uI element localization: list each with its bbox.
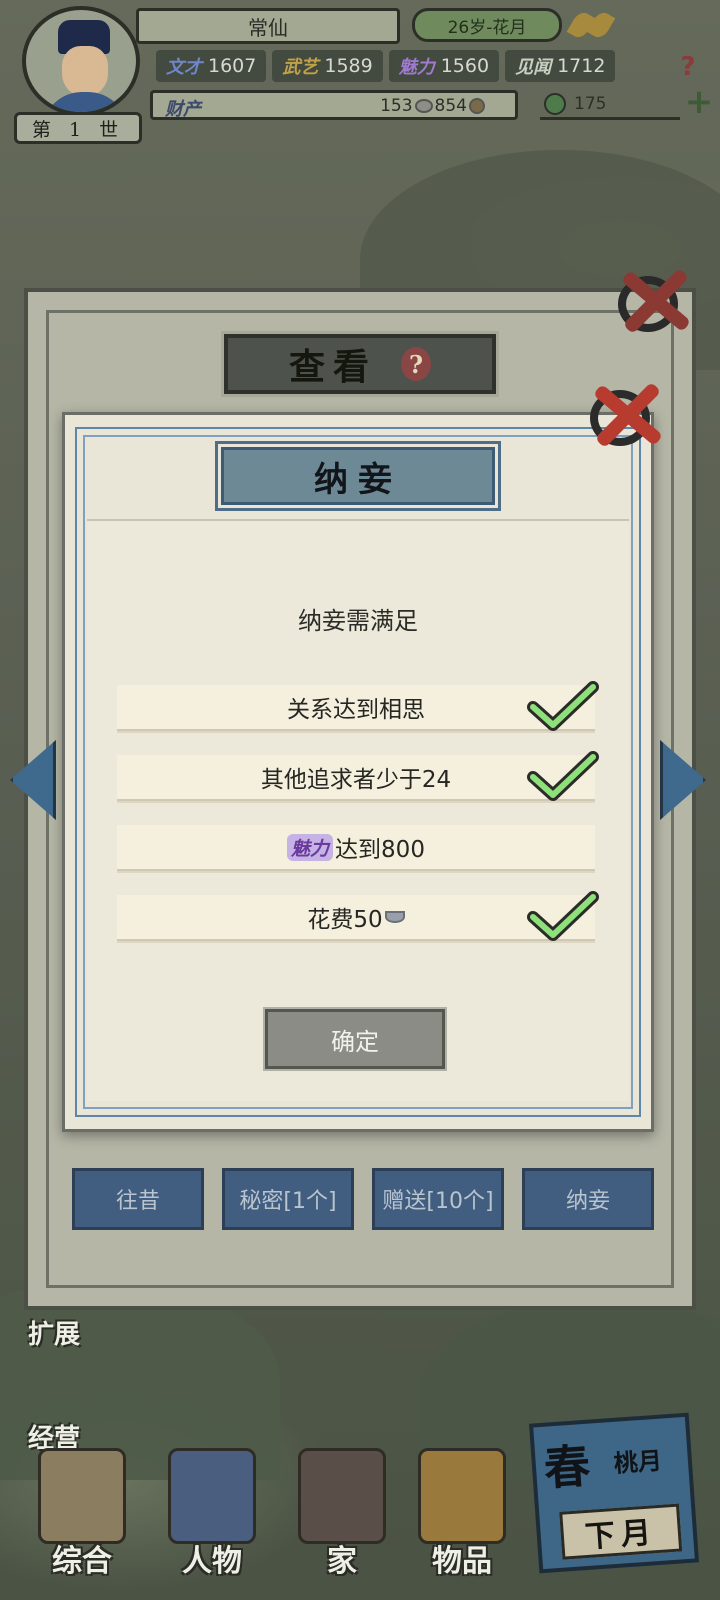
add-jade-button[interactable]: + [684, 85, 714, 119]
stat-label: 魅力 [398, 57, 435, 78]
requirement-item: 其他追求者少于24 [117, 751, 599, 801]
stats-row: 文才 1607 武艺 1589 魅力 1560 见闻 1712 [156, 50, 616, 82]
status-bar: 第 1 世 常仙 26岁-花月 文才 1607 武艺 1589 魅力 1560 … [0, 0, 720, 150]
scroll-icon [38, 1448, 126, 1544]
wealth-label: 财产 [165, 99, 201, 120]
tab-gift[interactable]: 赠送[10个] [372, 1168, 504, 1230]
nav-label: 人物 [182, 1544, 242, 1579]
house-icon [298, 1448, 386, 1544]
next-month-button[interactable]: 下月 [559, 1503, 683, 1560]
season-panel: 春 桃月 下月 [528, 1412, 700, 1574]
stat-value: 1560 [440, 55, 490, 77]
stat-label: 武艺 [282, 57, 319, 78]
requirement-text: 其他追求者少于24 [260, 767, 452, 793]
leaf-icon [586, 9, 616, 41]
confirm-button[interactable]: 确定 [263, 1007, 447, 1071]
wealth-bar: 财产 153 854 [150, 90, 518, 120]
check-icon [527, 891, 599, 941]
nav-label: 综合 [52, 1544, 112, 1579]
tab-past[interactable]: 往昔 [72, 1168, 204, 1230]
silver-icon [414, 99, 433, 113]
requirement-text: 花费50 [307, 907, 383, 933]
stat-label: 文才 [166, 57, 202, 78]
avatar[interactable] [22, 6, 140, 116]
stats-help-icon[interactable]: ? [676, 52, 700, 82]
charm-tag: 魅力 [287, 833, 334, 861]
requirement-text: 达到800 [335, 837, 425, 863]
requirement-text: 关系达到相思 [287, 697, 425, 723]
stat-martial: 武艺 1589 [272, 50, 383, 82]
season-label: 春 [542, 1438, 592, 1496]
generation-badge: 第 1 世 [14, 112, 142, 144]
month-label: 桃月 [612, 1445, 663, 1478]
check-icon [527, 751, 599, 801]
requirement-item: 关系达到相思 [117, 681, 599, 731]
person-icon [168, 1448, 256, 1544]
nav-home[interactable]: 家 [290, 1448, 394, 1579]
nav-items[interactable]: 物品 [410, 1448, 514, 1579]
panel-title-text: 查看 [288, 346, 377, 388]
silver-icon [384, 911, 405, 923]
jade-value: 175 [574, 93, 607, 114]
stat-value: 1607 [208, 55, 257, 77]
stat-value: 1589 [324, 55, 373, 77]
stat-value: 1712 [557, 55, 606, 77]
silver-value: 153 [380, 96, 413, 116]
copper-coin-icon [469, 98, 485, 114]
player-name: 常仙 [136, 8, 400, 44]
nav-characters[interactable]: 人物 [160, 1448, 264, 1579]
requirement-item: 魅力 达到800 [117, 825, 595, 871]
stat-label: 见闻 [515, 57, 552, 78]
stat-charm: 魅力 1560 [388, 50, 500, 82]
coin-value: 854 [434, 96, 467, 116]
tab-concubine[interactable]: 纳妾 [522, 1168, 654, 1230]
nav-label: 物品 [432, 1544, 492, 1579]
stat-literary: 文才 1607 [156, 50, 267, 82]
help-icon[interactable]: ? [401, 347, 431, 381]
tab-secrets[interactable]: 秘密[1个] [222, 1168, 354, 1230]
nav-overview[interactable]: 综合 [30, 1448, 134, 1579]
dialog-title: 纳妾 [218, 444, 498, 508]
nav-label: 家 [327, 1544, 357, 1579]
age-season: 26岁-花月 [412, 8, 562, 42]
jade-bar: 175 [540, 90, 680, 120]
stat-knowledge: 见闻 1712 [505, 50, 616, 82]
gourd-icon [418, 1448, 506, 1544]
jade-icon [544, 92, 566, 115]
panel-tabs: 往昔 秘密[1个] 赠送[10个] 纳妾 [72, 1168, 654, 1230]
requirement-item: 花费50 [117, 891, 599, 941]
close-panel-icon[interactable] [612, 262, 694, 338]
check-icon [527, 681, 599, 731]
side-expand-label[interactable]: 扩展 [28, 1314, 80, 1351]
concubine-dialog: 纳妾 纳妾需满足 关系达到相思 其他追求者少于24 魅力 达到800 花费50 … [62, 412, 654, 1132]
panel-title: 查看 ? [221, 331, 499, 397]
close-dialog-icon[interactable] [584, 376, 666, 452]
requirements-heading: 纳妾需满足 [298, 607, 418, 635]
